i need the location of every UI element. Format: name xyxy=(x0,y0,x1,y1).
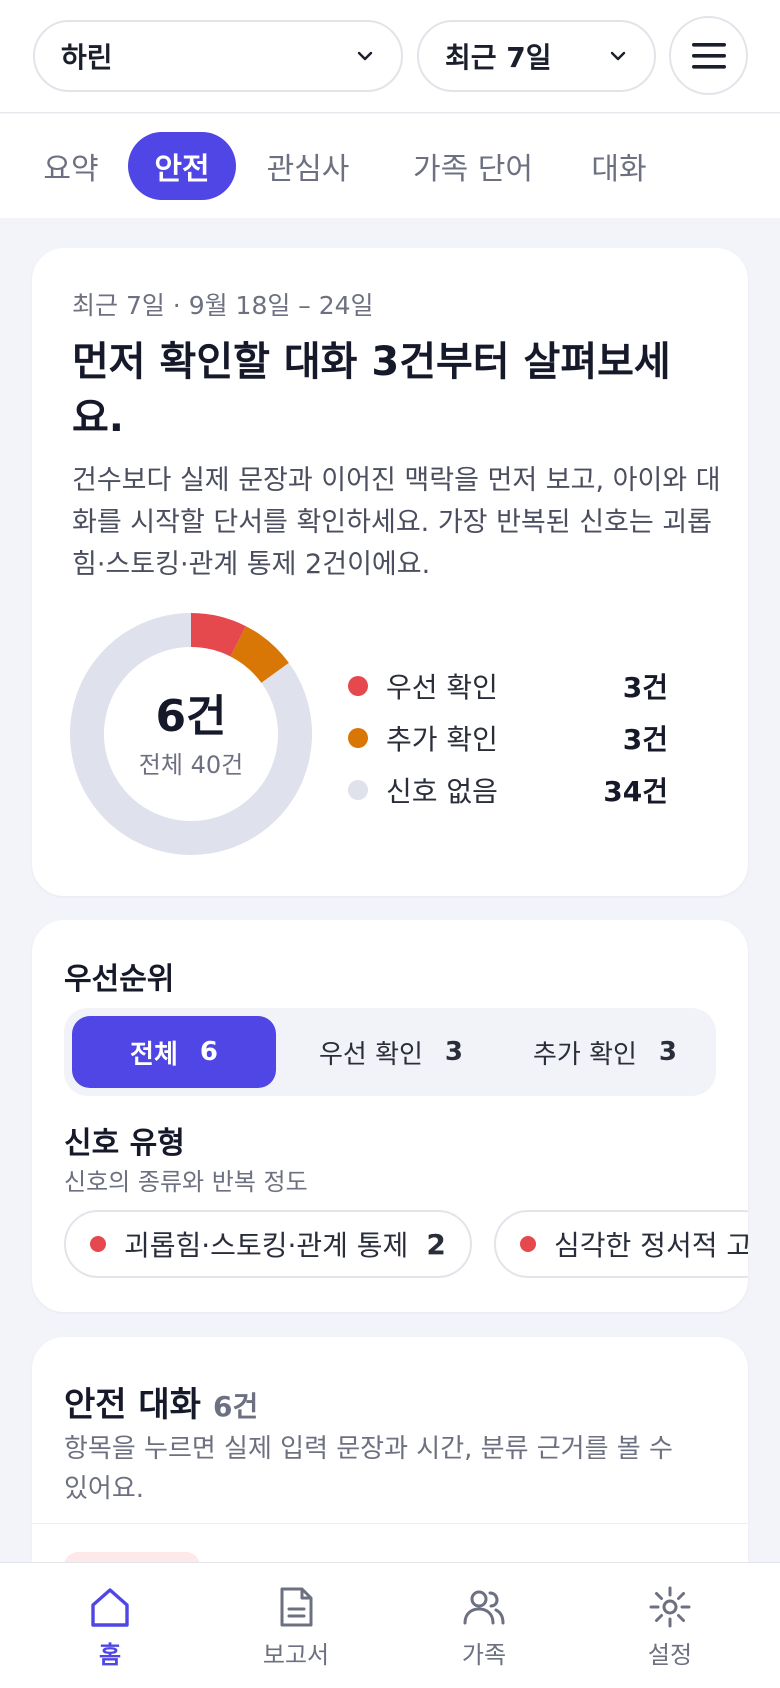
signal-type-title: 신호 유형 xyxy=(64,1126,185,1161)
legend-value: 3건 xyxy=(622,723,668,756)
document-icon xyxy=(280,1587,313,1627)
signal-chip[interactable]: 괴롭힘·스토킹·관계 통제 2 xyxy=(64,1210,472,1278)
section-tabs: 요약 안전 관심사 가족 단어 대화 xyxy=(0,114,780,218)
legend-dot xyxy=(348,676,368,696)
signal-chip[interactable]: 심각한 정서적 고 xyxy=(494,1210,748,1278)
chip-count: 2 xyxy=(426,1227,446,1261)
child-select[interactable]: 하린 xyxy=(33,20,403,92)
filter-label: 우선 확인 xyxy=(318,1039,423,1070)
legend-item-none: 신호 없음 34건 xyxy=(348,764,668,816)
legend-item-priority: 우선 확인 3건 xyxy=(348,660,668,712)
donut-slice-priority xyxy=(190,613,246,657)
menu-button[interactable] xyxy=(669,16,748,95)
filter-additional[interactable]: 추가 확인 3 xyxy=(500,1016,710,1088)
filter-label: 추가 확인 xyxy=(532,1039,637,1070)
top-bar: 하린 최근 7일 xyxy=(0,0,780,113)
signal-chips: 괴롭힘·스토킹·관계 통제 2 심각한 정서적 고 xyxy=(64,1210,748,1280)
tab-conversations[interactable]: 대화 xyxy=(574,132,664,200)
donut-center-value: 6건 xyxy=(155,691,227,742)
hamburger-menu-icon xyxy=(691,42,726,69)
signal-type-sub: 신호의 종류와 반복 정도 xyxy=(64,1168,308,1196)
tab-interests[interactable]: 관심사 xyxy=(252,132,364,200)
nav-label: 홈 xyxy=(98,1641,122,1669)
priority-card: 우선순위 전체 6 우선 확인 3 추가 확인 3 신호 유형 신호의 종류와 … xyxy=(32,920,748,1312)
summary-headline: 먼저 확인할 대화 3건부터 살펴보세요. xyxy=(72,339,671,441)
child-select-value: 하린 xyxy=(61,41,113,74)
tab-safety[interactable]: 안전 xyxy=(128,132,236,200)
chevron-down-icon xyxy=(357,51,373,61)
donut-legend: 우선 확인 3건 추가 확인 3건 신호 없음 34건 xyxy=(348,660,668,816)
legend-item-additional: 추가 확인 3건 xyxy=(348,712,668,764)
bottom-navigation: 홈 보고서 가족 설정 xyxy=(0,1562,780,1688)
tab-family-words[interactable]: 가족 단어 xyxy=(392,132,554,200)
period-select-value: 최근 7일 xyxy=(445,41,552,74)
safety-description: 항목을 누르면 실제 입력 문장과 시간, 분류 근거를 볼 수 있어요. xyxy=(64,1434,673,1504)
nav-label: 보고서 xyxy=(262,1641,330,1669)
summary-description: 건수보다 실제 문장과 이어진 맥락을 먼저 보고, 아이와 대화를 시작할 단… xyxy=(72,465,721,580)
danger-dot xyxy=(520,1236,536,1252)
users-icon xyxy=(463,1590,505,1625)
settings-icon xyxy=(649,1586,691,1628)
filter-priority[interactable]: 우선 확인 3 xyxy=(286,1016,496,1088)
nav-reports[interactable]: 보고서 xyxy=(236,1563,356,1688)
filter-all[interactable]: 전체 6 xyxy=(72,1016,276,1088)
tab-summary[interactable]: 요약 xyxy=(28,132,114,200)
period-select[interactable]: 최근 7일 xyxy=(417,20,656,92)
chevron-down-icon xyxy=(610,51,626,61)
filter-count: 6 xyxy=(199,1037,218,1067)
home-icon xyxy=(91,1588,129,1627)
legend-label: 우선 확인 xyxy=(386,671,498,704)
filter-label: 전체 xyxy=(130,1039,178,1070)
chip-label: 심각한 정서적 고 xyxy=(554,1229,748,1262)
donut-center-sub: 전체 40건 xyxy=(138,751,244,779)
danger-dot xyxy=(90,1236,106,1252)
donut-center: 6건 전체 40건 xyxy=(70,693,312,780)
period-meta: 최근 7일 · 9월 18일 – 24일 xyxy=(72,291,374,320)
legend-dot xyxy=(348,728,368,748)
donut-slice-additional xyxy=(229,626,289,684)
priority-filter: 전체 6 우선 확인 3 추가 확인 3 xyxy=(64,1008,716,1096)
legend-value: 3건 xyxy=(622,671,668,704)
safety-title-row: 안전 대화 6건 xyxy=(64,1377,258,1426)
legend-value: 34건 xyxy=(603,775,668,808)
legend-label: 신호 없음 xyxy=(386,775,498,808)
safety-title: 안전 대화 xyxy=(64,1385,201,1425)
legend-label: 추가 확인 xyxy=(386,723,498,756)
priority-title: 우선순위 xyxy=(64,962,175,997)
divider xyxy=(32,1523,748,1524)
nav-label: 설정 xyxy=(647,1641,693,1669)
summary-card: 최근 7일 · 9월 18일 – 24일 먼저 확인할 대화 3건부터 살펴보세… xyxy=(32,248,748,896)
nav-settings[interactable]: 설정 xyxy=(610,1563,730,1688)
nav-family[interactable]: 가족 xyxy=(424,1563,544,1688)
chip-label: 괴롭힘·스토킹·관계 통제 xyxy=(124,1229,409,1262)
filter-count: 3 xyxy=(658,1037,678,1067)
nav-label: 가족 xyxy=(461,1641,507,1669)
nav-home[interactable]: 홈 xyxy=(50,1563,170,1688)
filter-count: 3 xyxy=(444,1037,464,1067)
safety-count: 6건 xyxy=(212,1390,259,1423)
legend-dot xyxy=(348,780,368,800)
